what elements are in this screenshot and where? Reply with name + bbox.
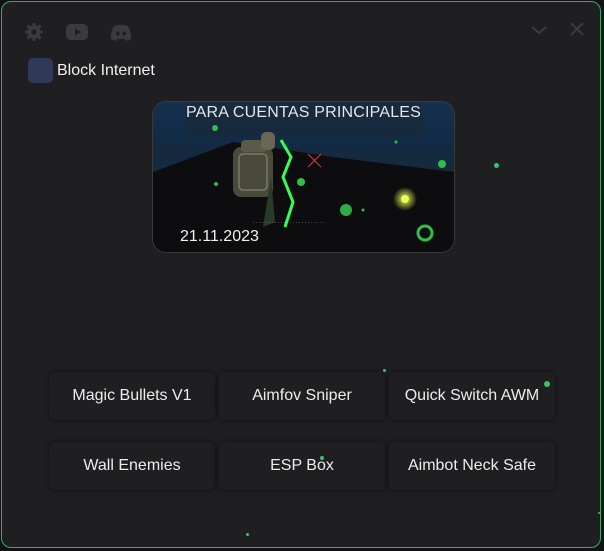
particle-dot xyxy=(494,163,499,168)
particle-dot xyxy=(320,456,324,460)
particle-dot xyxy=(246,533,249,536)
wall-enemies-button[interactable]: Wall Enemies xyxy=(49,442,215,490)
svg-text:· · · · · · · · · · · · · · ·: · · · · · · · · · · · · · · · · · · · · … xyxy=(253,220,325,226)
banner-date: 21.11.2023 xyxy=(180,228,259,245)
particle-dot xyxy=(544,381,550,387)
chevron-down-icon[interactable] xyxy=(530,23,548,41)
particle-dot xyxy=(598,512,600,514)
window-controls xyxy=(530,22,584,41)
main-window: Block Internet · · · · · · · · · · · · ·… xyxy=(1,1,601,548)
titlebar-icons xyxy=(24,22,132,42)
block-internet-label: Block Internet xyxy=(57,61,155,79)
block-internet-option[interactable]: Block Internet xyxy=(28,58,155,83)
discord-icon[interactable] xyxy=(110,24,132,41)
esp-box-button[interactable]: ESP Box xyxy=(219,442,385,490)
close-icon[interactable] xyxy=(570,22,584,41)
particle-dot xyxy=(383,369,386,372)
quick-switch-awm-button[interactable]: Quick Switch AWM xyxy=(389,372,555,420)
block-internet-checkbox[interactable] xyxy=(28,58,53,83)
aimbot-neck-safe-button[interactable]: Aimbot Neck Safe xyxy=(389,442,555,490)
banner-title: PARA CUENTAS PRINCIPALES xyxy=(185,104,422,121)
youtube-icon[interactable] xyxy=(66,24,88,40)
gear-icon[interactable] xyxy=(24,22,44,42)
magic-bullets-v1-button[interactable]: Magic Bullets V1 xyxy=(49,372,215,420)
banner-image: · · · · · · · · · · · · · · · · · · · · … xyxy=(152,101,455,253)
aimfov-sniper-button[interactable]: Aimfov Sniper xyxy=(219,372,385,420)
